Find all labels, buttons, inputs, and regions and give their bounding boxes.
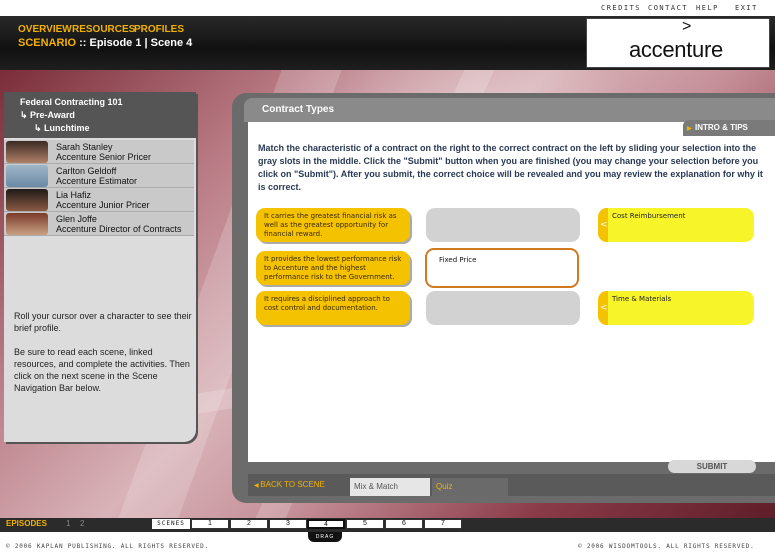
contract-type-draggable[interactable]: < Time & Materials (598, 291, 754, 325)
instructions: Match the characteristic of a contract o… (258, 143, 763, 192)
help-paragraph: Be sure to read each scene, linked resou… (14, 347, 190, 393)
drag-handle-icon[interactable]: < (598, 208, 608, 242)
credits-link[interactable]: CREDITS (601, 4, 641, 12)
character-role: Accenture Estimator (56, 176, 138, 186)
episode-2[interactable]: 2 (80, 519, 84, 528)
scenario-episode: :: Episode 1 | Scene 4 (76, 37, 193, 49)
tab-mix-match[interactable]: Mix & Match (350, 478, 430, 496)
episodes-label: EPISODES (6, 519, 47, 528)
scene-4-button[interactable]: 4 (307, 519, 345, 529)
character-list: Sarah Stanley Accenture Senior Pricer Car… (4, 140, 194, 236)
character-glen[interactable]: Glen Joffe Accenture Director of Contract… (4, 212, 194, 236)
intro-tips-button[interactable]: ▶ INTRO & TIPS (683, 120, 775, 136)
scenes-label: SCENES (152, 519, 190, 529)
character-name: Glen Joffe (56, 214, 97, 224)
character-role: Accenture Director of Contracts (56, 224, 182, 234)
contract-type-label: Cost Reimbursement (612, 212, 686, 220)
accenture-logo: > accenture (586, 18, 770, 68)
nav-profiles[interactable]: PROFILES (134, 24, 184, 35)
breadcrumb-course[interactable]: Federal Contracting 101 (20, 96, 196, 109)
copyright-left: © 2006 KAPLAN PUBLISHING. ALL RIGHTS RES… (6, 543, 209, 550)
contract-type-draggable[interactable]: < Cost Reimbursement (598, 208, 754, 242)
back-to-scene-button[interactable]: ◀ BACK TO SCENE (250, 476, 348, 494)
help-link[interactable]: HELP (696, 4, 719, 12)
character-sarah[interactable]: Sarah Stanley Accenture Senior Pricer (4, 140, 194, 164)
back-label: BACK TO SCENE (260, 480, 325, 489)
character-role: Accenture Junior Pricer (56, 200, 150, 210)
episode-1[interactable]: 1 (66, 519, 70, 528)
scene-3-button[interactable]: 3 (269, 519, 307, 529)
drag-handle-icon[interactable]: < (598, 291, 608, 325)
contact-link[interactable]: CONTACT (648, 4, 688, 12)
scenario-label: SCENARIO (18, 37, 77, 49)
character-info: Glen Joffe Accenture Director of Contract… (56, 214, 182, 234)
logo-mark-icon: > (682, 18, 692, 35)
scene-6-button[interactable]: 6 (385, 519, 423, 529)
activity-title: Contract Types (262, 104, 335, 115)
character-lia[interactable]: Lia Hafiz Accenture Junior Pricer (4, 188, 194, 212)
scene-7-button[interactable]: 7 (424, 519, 462, 529)
character-info: Carlton Geldoff Accenture Estimator (56, 166, 137, 186)
drop-slot[interactable] (426, 208, 580, 242)
help-text: Roll your cursor over a character to see… (14, 310, 192, 394)
character-name: Carlton Geldoff (56, 166, 117, 176)
nav-overview[interactable]: OVERVIEW (18, 24, 72, 35)
avatar (6, 141, 48, 163)
exit-link[interactable]: EXIT (735, 4, 758, 12)
scenario-title: SCENARIO :: Episode 1 | Scene 4 (18, 37, 192, 49)
characteristic-item: It requires a disciplined approach to co… (256, 291, 410, 325)
character-info: Sarah Stanley Accenture Senior Pricer (56, 142, 151, 162)
characteristic-item: It carries the greatest financial risk a… (256, 208, 410, 242)
characteristic-item: It provides the lowest performance risk … (256, 251, 410, 285)
slot-value: Fixed Price (439, 256, 477, 264)
avatar (6, 213, 48, 235)
logo-text: accenture (629, 37, 723, 62)
drop-slot-filled[interactable]: Fixed Price (425, 248, 579, 288)
character-name: Lia Hafiz (56, 190, 92, 200)
copyright-right: © 2006 WISDOMTOOLS. ALL RIGHTS RESERVED. (578, 543, 755, 550)
tab-quiz[interactable]: Quiz (432, 478, 508, 496)
submit-button[interactable]: SUBMIT (668, 460, 756, 473)
breadcrumb: Federal Contracting 101 ↳ Pre-Award ↳ Lu… (4, 92, 196, 138)
breadcrumb-scene[interactable]: ↳ Lunchtime (20, 122, 196, 135)
nav-resources[interactable]: RESOURCES (72, 24, 135, 35)
scene-2-button[interactable]: 2 (230, 519, 268, 529)
character-info: Lia Hafiz Accenture Junior Pricer (56, 190, 150, 210)
arrow-right-icon: ▶ (687, 126, 692, 132)
intro-tips-label: INTRO & TIPS (695, 123, 748, 132)
scene-1-button[interactable]: 1 (191, 519, 229, 529)
drop-slot[interactable] (426, 291, 580, 325)
scene-5-button[interactable]: 5 (346, 519, 384, 529)
character-carlton[interactable]: Carlton Geldoff Accenture Estimator (4, 164, 194, 188)
character-role: Accenture Senior Pricer (56, 152, 152, 162)
character-name: Sarah Stanley (56, 142, 113, 152)
avatar (6, 189, 48, 211)
drag-handle[interactable]: DRAG (308, 532, 342, 542)
avatar (6, 165, 48, 187)
help-paragraph: Roll your cursor over a character to see… (14, 311, 192, 333)
contract-type-label: Time & Materials (612, 295, 672, 303)
breadcrumb-section[interactable]: ↳ Pre-Award (20, 109, 196, 122)
utility-bar: CREDITS CONTACT HELP EXIT (0, 0, 775, 16)
